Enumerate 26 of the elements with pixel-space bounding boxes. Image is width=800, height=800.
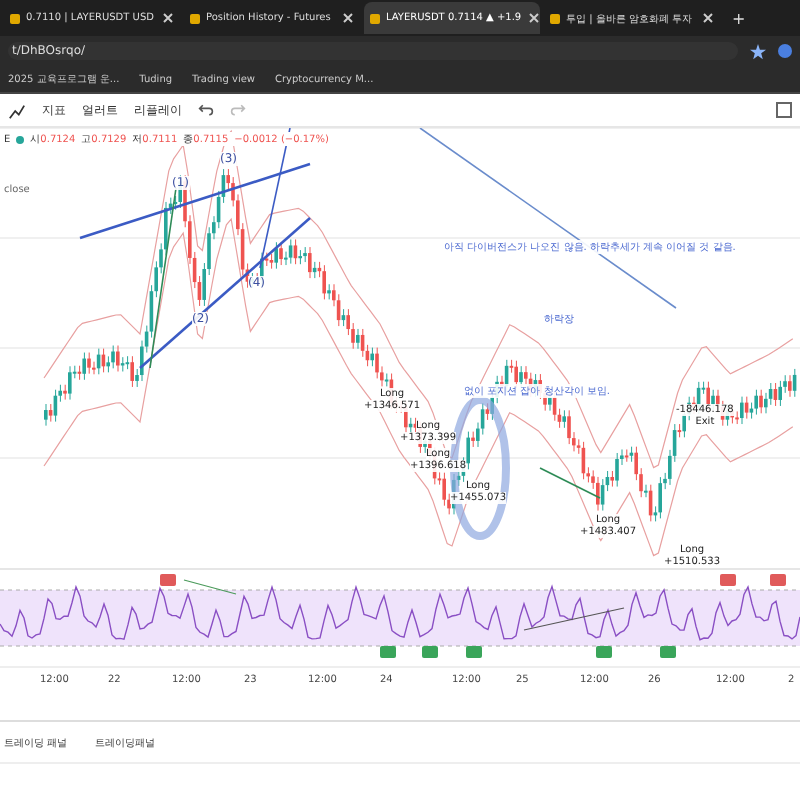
star-icon[interactable]	[750, 43, 766, 59]
profile-icon[interactable]	[778, 44, 792, 58]
signal-marker	[422, 646, 438, 658]
trend-line	[539, 467, 601, 499]
indicator-icon[interactable]	[8, 101, 26, 119]
status-dot	[16, 135, 25, 143]
signal-marker	[770, 574, 786, 586]
close-icon[interactable]	[342, 12, 354, 24]
trend-line	[183, 579, 237, 595]
close-icon[interactable]	[702, 12, 714, 24]
signal-marker	[160, 574, 176, 586]
site-icon	[10, 13, 20, 23]
undo-icon[interactable]	[198, 102, 214, 118]
site-icon	[370, 13, 380, 23]
fullscreen-icon[interactable]	[776, 102, 792, 118]
signal-marker	[466, 646, 482, 658]
new-tab-button[interactable]: +	[732, 9, 746, 27]
signal-marker	[660, 646, 676, 658]
close-icon[interactable]	[527, 12, 540, 24]
site-icon	[550, 13, 560, 23]
signal-marker	[720, 574, 736, 586]
signal-marker	[380, 646, 396, 658]
trend-line	[523, 607, 625, 631]
close-icon[interactable]	[162, 12, 174, 24]
site-icon	[190, 13, 200, 23]
signal-marker	[596, 646, 612, 658]
